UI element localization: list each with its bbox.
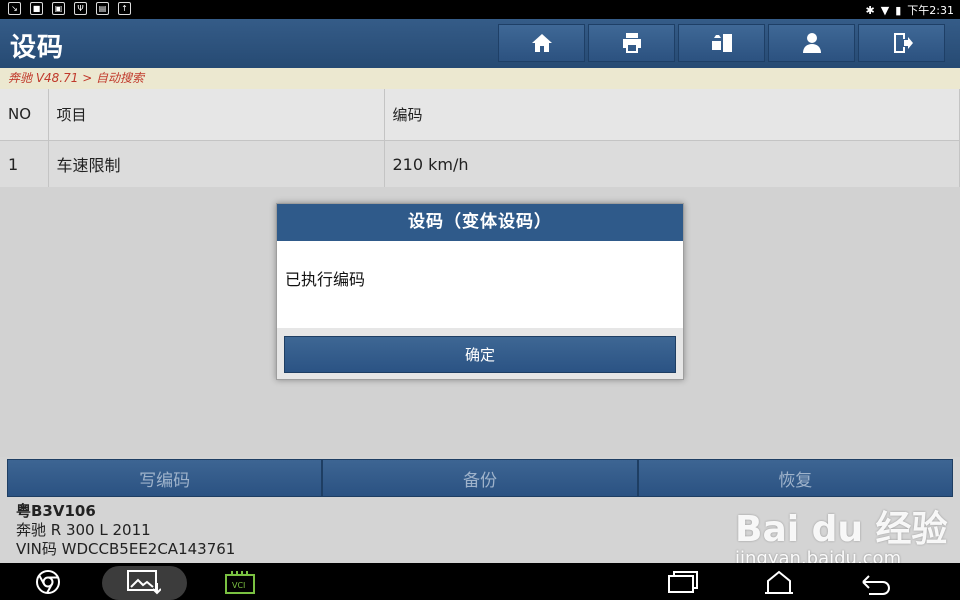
- cell-item: 车速限制: [48, 140, 385, 189]
- vehicle-model: 奔驰 R 300 L 2011: [16, 521, 151, 539]
- home-nav-button[interactable]: [762, 567, 796, 596]
- user-icon: [802, 33, 821, 53]
- chrome-icon: [36, 569, 60, 594]
- home-nav-icon: [765, 570, 793, 594]
- action-bar: 写编码 备份 恢复: [7, 459, 953, 497]
- backup-button[interactable]: 备份: [322, 459, 638, 497]
- vci-button[interactable]: VCI: [224, 567, 256, 596]
- cell-no: 1: [0, 140, 49, 189]
- back-button[interactable]: [858, 567, 892, 596]
- printer-icon: [622, 33, 641, 53]
- sd-card-icon: ▤: [96, 2, 109, 15]
- app-notification-icon: ■: [30, 2, 43, 15]
- column-header-item: 项目: [48, 89, 385, 141]
- vehicle-plate: 粤B3V106: [16, 502, 96, 520]
- exit-button[interactable]: [858, 24, 945, 62]
- breadcrumb: 奔驰 V48.71 > 自动搜索: [0, 68, 960, 89]
- exit-icon: [893, 33, 913, 53]
- cell-code: 210 km/h: [384, 140, 960, 189]
- header-toolbar: [498, 24, 945, 62]
- print-button[interactable]: [588, 24, 675, 62]
- status-time: 下午2:31: [907, 4, 954, 17]
- home-button[interactable]: [498, 24, 585, 62]
- chrome-button[interactable]: [32, 567, 64, 596]
- coding-table: NO 项目 编码 1 车速限制 210 km/h: [0, 89, 960, 189]
- screenshot-notification-icon: ▣: [52, 2, 65, 15]
- recent-apps-icon: [668, 570, 698, 593]
- navigation-bar: VCI: [0, 563, 960, 600]
- back-icon: [862, 574, 890, 595]
- usb-icon: Ψ: [74, 2, 87, 15]
- wifi-icon: ▼: [880, 3, 890, 17]
- confirm-button[interactable]: 确定: [284, 336, 676, 373]
- user-button[interactable]: [768, 24, 855, 62]
- home-icon: [531, 34, 552, 52]
- dialog-title: 设码（变体设码）: [277, 204, 683, 241]
- vehicle-info: 粤B3V106 奔驰 R 300 L 2011 VIN码 WDCCB5EE2CA…: [0, 497, 960, 563]
- dialog-message: 已执行编码: [285, 270, 366, 289]
- vci-label: VCI: [232, 581, 245, 590]
- car-report-icon: [711, 34, 732, 52]
- coding-dialog: 设码（变体设码） 已执行编码 确定: [276, 203, 684, 380]
- restore-button[interactable]: 恢复: [637, 459, 953, 497]
- battery-icon: ▮: [895, 3, 902, 17]
- gallery-download-icon: [127, 569, 161, 594]
- diagnosis-button[interactable]: [678, 24, 765, 62]
- gallery-icon-wrap[interactable]: [126, 567, 162, 596]
- page-title: 设码: [10, 33, 65, 63]
- dialog-footer: 确定: [277, 328, 683, 379]
- write-coding-button[interactable]: 写编码: [7, 459, 323, 497]
- table-row[interactable]: 1 车速限制 210 km/h: [0, 140, 960, 189]
- column-header-code: 编码: [384, 89, 960, 141]
- upload-icon: ↑: [118, 2, 131, 15]
- recent-apps-button[interactable]: [666, 567, 700, 596]
- vci-icon: VCI: [225, 570, 255, 594]
- table-header-row: NO 项目 编码: [0, 89, 960, 141]
- app-header: 设码: [0, 19, 960, 68]
- column-header-no: NO: [0, 89, 49, 141]
- bluetooth-icon: ✱: [865, 3, 875, 17]
- status-bar: ↘ ■ ▣ Ψ ▤ ↑ ✱ ▼ ▮ 下午2:31: [0, 0, 960, 19]
- notification-icon: ↘: [8, 2, 21, 15]
- vehicle-vin: VIN码 WDCCB5EE2CA143761: [16, 540, 236, 558]
